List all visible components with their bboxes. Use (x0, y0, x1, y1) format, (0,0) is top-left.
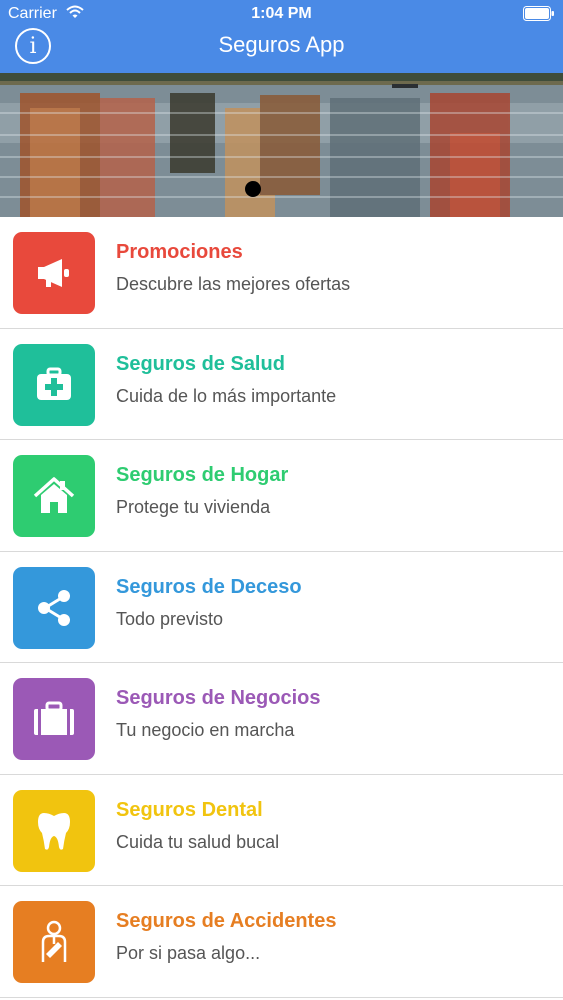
list-item-icon-tile (13, 566, 95, 649)
list-item-icon-tile (13, 455, 95, 537)
medical-kit-icon (37, 367, 71, 400)
briefcase-icon (34, 701, 74, 735)
list-item-seguros-hogar[interactable]: Seguros de Hogar Protege tu vivienda (0, 440, 563, 552)
list-item-icon-tile (13, 678, 95, 760)
nav-title: Seguros App (218, 32, 345, 57)
list-item-title: Seguros de Accidentes (116, 910, 337, 932)
list-item-title: Seguros de Deceso (116, 575, 302, 598)
list-item-icon-tile (13, 343, 95, 426)
list-item-subtitle: Por si pasa algo... (116, 943, 261, 963)
house-icon (33, 477, 75, 513)
list-item-title: Seguros Dental (116, 798, 263, 821)
page-indicator-dot[interactable] (245, 181, 261, 197)
list-item-title: Seguros de Salud (116, 352, 285, 375)
list-item-icon-tile (13, 901, 95, 983)
app-header: Carrier 1:04 PM i Seguros App (0, 0, 563, 73)
tooth-icon (38, 812, 70, 850)
banner-image (0, 73, 563, 217)
list-item-title: Seguros de Negocios (116, 687, 321, 709)
list-item-seguros-negocios[interactable]: Seguros de Negocios Tu negocio en marcha (0, 663, 563, 775)
battery-icon (523, 6, 555, 21)
list-item-subtitle: Cuida tu salud bucal (116, 831, 280, 852)
insurance-list: Promociones Descubre las mejores ofertas… (0, 217, 563, 998)
list-item-subtitle: Todo previsto (116, 608, 224, 629)
status-time: 1:04 PM (251, 5, 312, 22)
list-item-promociones[interactable]: Promociones Descubre las mejores ofertas (0, 217, 563, 329)
navigation-bar: i Seguros App (0, 28, 563, 73)
list-item-title: Promociones (116, 241, 243, 263)
list-item-icon-tile (13, 789, 95, 872)
list-item-seguros-accidentes[interactable]: Seguros de Accidentes Por si pasa algo..… (0, 886, 563, 998)
megaphone-icon (38, 259, 69, 287)
injured-person-icon (41, 920, 67, 962)
list-item-seguros-salud[interactable]: Seguros de Salud Cuida de lo más importa… (0, 328, 563, 440)
list-item-icon-tile (13, 232, 95, 314)
list-item-subtitle: Descubre las mejores ofertas (116, 274, 351, 294)
share-icon (38, 589, 70, 626)
list-item-subtitle: Protege tu vivienda (116, 497, 271, 517)
list-item-subtitle: Cuida de lo más importante (116, 385, 337, 406)
list-item-seguros-deceso[interactable]: Seguros de Deceso Todo previsto (0, 551, 563, 663)
list-item-seguros-dental[interactable]: Seguros Dental Cuida tu salud bucal (0, 774, 563, 886)
list-item-subtitle: Tu negocio en marcha (116, 720, 295, 740)
list-item-title: Seguros de Hogar (116, 464, 289, 486)
status-bar: Carrier 1:04 PM (0, 0, 563, 28)
banner-carousel[interactable] (0, 73, 563, 217)
